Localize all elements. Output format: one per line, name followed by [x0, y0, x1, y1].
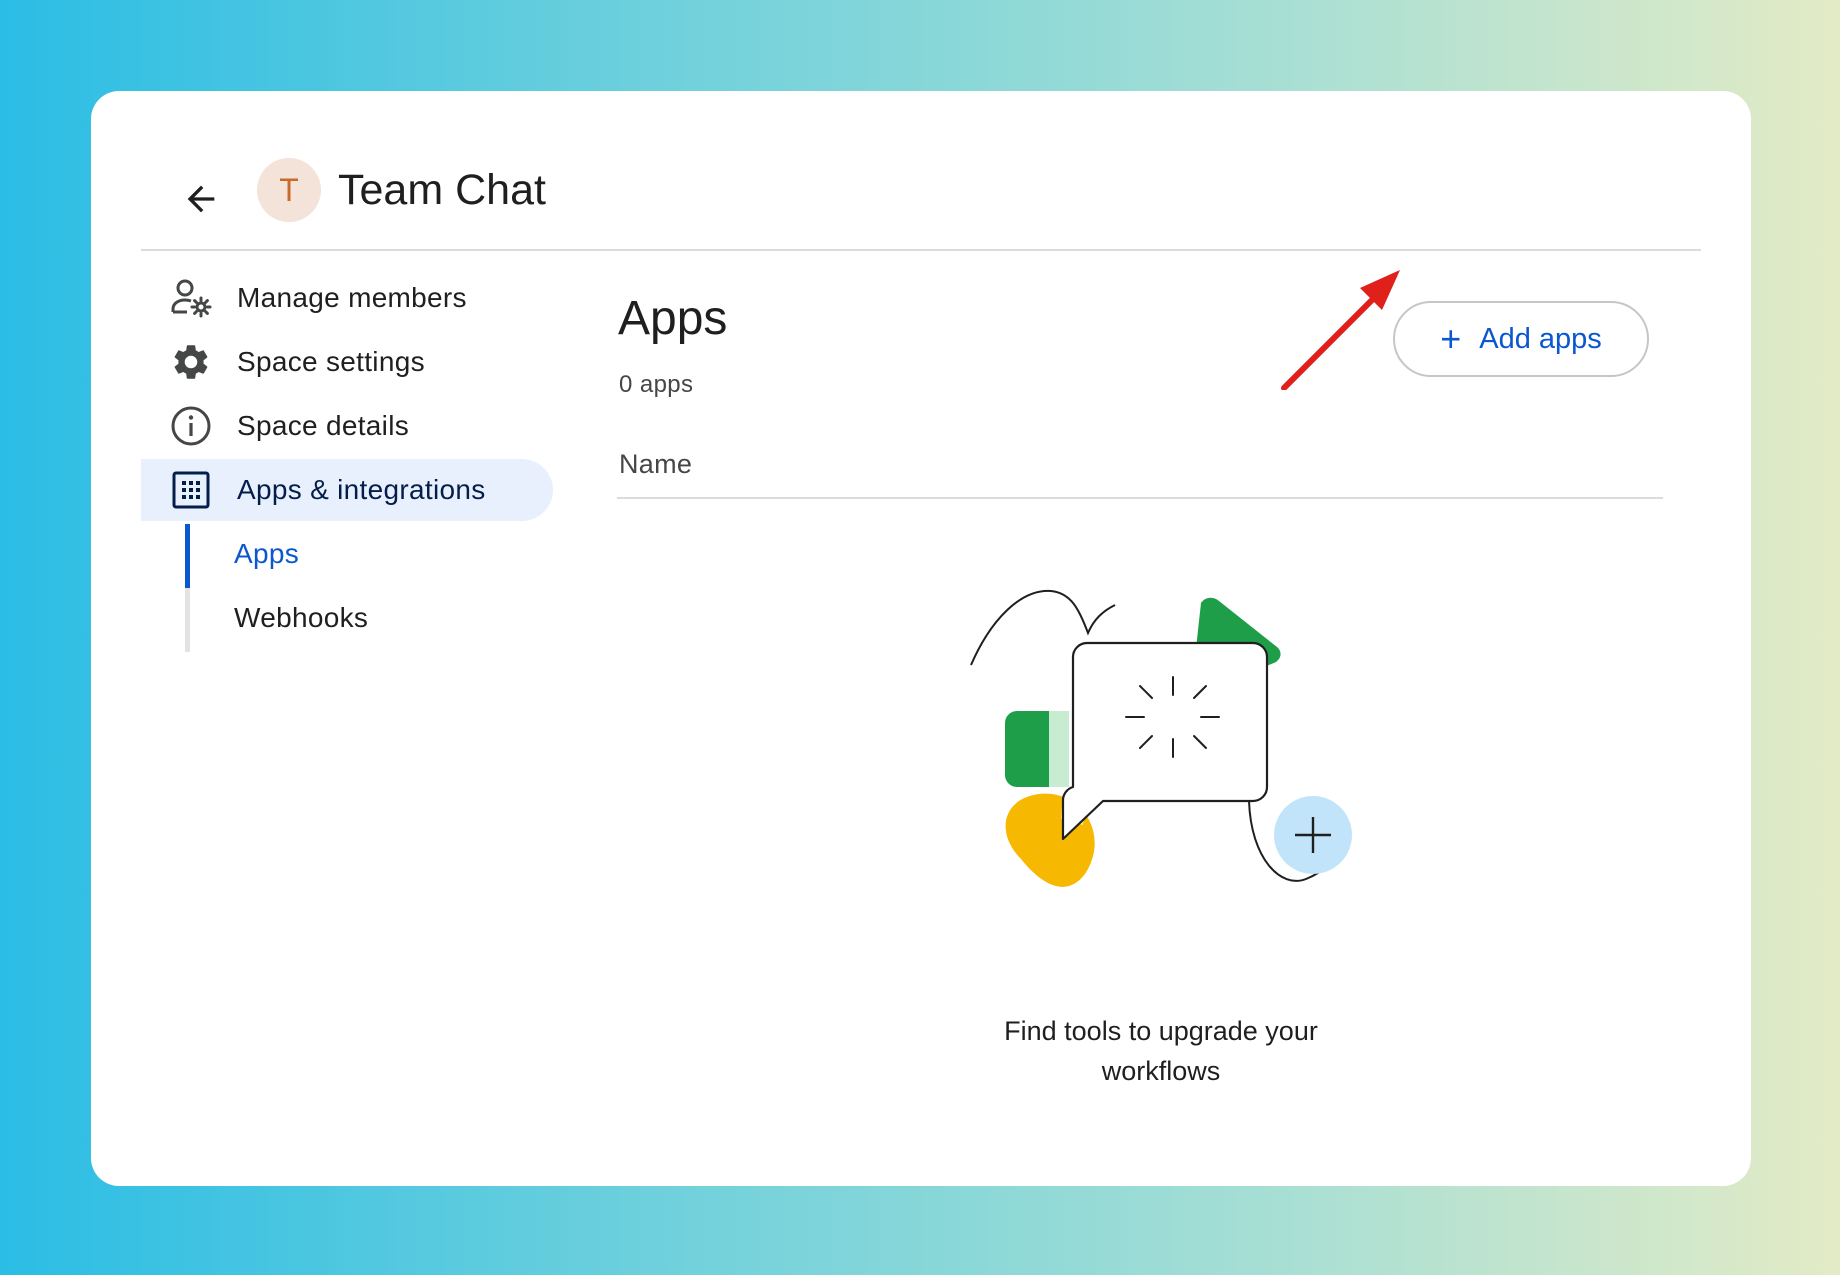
header-divider: [141, 249, 1701, 251]
sidebar-item-space-details[interactable]: Space details: [141, 395, 553, 457]
empty-state-line-1: Find tools to upgrade your: [1004, 1016, 1318, 1046]
empty-state-illustration: [970, 589, 1352, 887]
subnav-active-indicator: [185, 524, 190, 588]
sidebar-item-apps-integrations[interactable]: Apps & integrations: [141, 459, 553, 521]
space-avatar: T: [257, 158, 321, 222]
sidebar-item-label: Space settings: [237, 346, 425, 377]
space-settings-panel: T Team Chat Manage members Space setting…: [91, 91, 1751, 1186]
empty-state-line-2: workflows: [1101, 1056, 1221, 1086]
info-icon: [169, 404, 213, 448]
page-title: Apps: [618, 292, 728, 345]
subnav-item-apps[interactable]: Apps: [234, 534, 299, 574]
apps-count: 0 apps: [619, 371, 694, 398]
green-square-highlight: [1049, 711, 1069, 787]
sidebar-item-label: Apps & integrations: [237, 474, 486, 505]
subnav-item-webhooks[interactable]: Webhooks: [234, 598, 368, 638]
sidebar-item-label: Space details: [237, 410, 410, 441]
add-apps-label: Add apps: [1479, 322, 1602, 355]
sidebar-item-space-settings[interactable]: Space settings: [141, 331, 553, 393]
chat-bubble-shape: [1061, 641, 1269, 841]
column-header-name[interactable]: Name: [619, 449, 692, 480]
sidebar-item-label: Manage members: [237, 282, 467, 313]
annotation-arrow-icon: [1281, 270, 1400, 390]
add-apps-button[interactable]: + Add apps: [1393, 301, 1649, 377]
empty-state-message: Find tools to upgrade your workflows: [921, 1011, 1401, 1091]
avatar-letter: T: [279, 171, 299, 208]
column-divider: [617, 497, 1663, 499]
space-title: Team Chat: [338, 166, 546, 214]
manage-members-icon: [169, 276, 213, 320]
apps-grid-icon: [169, 468, 213, 512]
back-arrow-icon[interactable]: [173, 171, 229, 227]
sidebar-item-manage-members[interactable]: Manage members: [141, 267, 553, 329]
gear-icon: [169, 340, 213, 384]
plus-icon: +: [1440, 318, 1462, 359]
